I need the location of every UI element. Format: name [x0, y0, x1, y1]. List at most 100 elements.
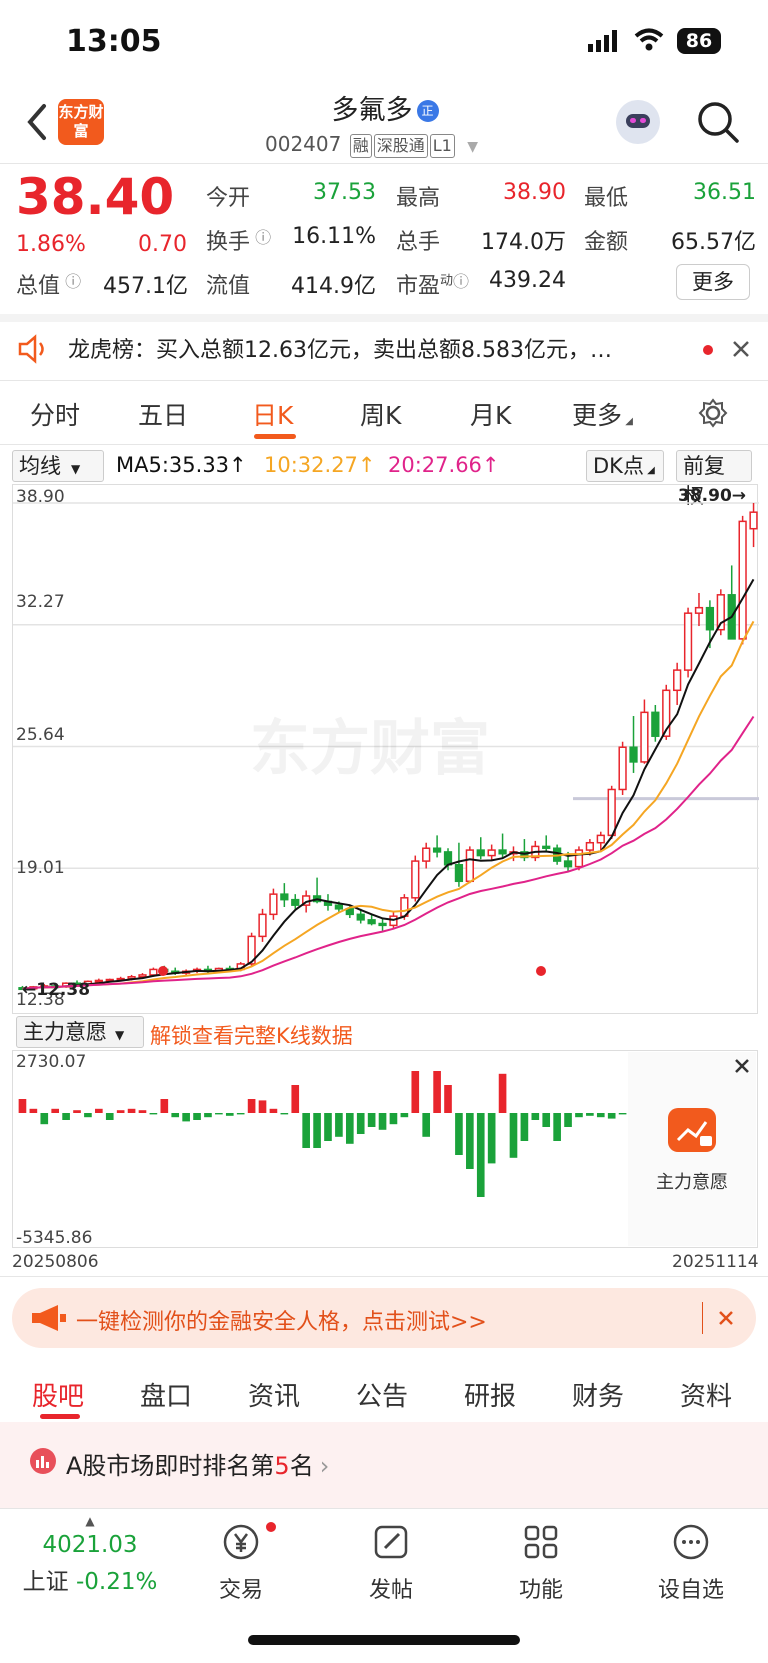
tab-active-indicator	[40, 1414, 80, 1419]
rank-card[interactable]: A股市场即时排名第5名 ›	[0, 1422, 768, 1512]
ma-selector[interactable]: 均线 ▼	[12, 450, 104, 482]
info-icon[interactable]: ⓘ	[453, 272, 469, 291]
flow-bar	[607, 1113, 616, 1119]
last-price: 38.40	[16, 168, 175, 226]
candle	[334, 904, 344, 910]
y-label-4: 19.01	[16, 858, 65, 878]
tab-forum[interactable]: 股吧	[32, 1376, 84, 1413]
flow-bar	[291, 1085, 300, 1113]
candle	[585, 841, 595, 851]
flow-bar	[280, 1113, 289, 1115]
flow-bar	[160, 1099, 169, 1113]
change-value: 0.70	[138, 232, 187, 257]
tab-intraday[interactable]: 分时	[30, 396, 80, 432]
info-icon[interactable]: ⓘ	[250, 228, 271, 247]
more-button[interactable]: 更多	[676, 264, 750, 300]
info-icon[interactable]: ⓘ	[60, 272, 81, 291]
value-float-cap: 414.9亿	[291, 274, 376, 299]
assistant-avatar[interactable]	[616, 100, 660, 144]
nav-trade[interactable]: 交易	[186, 1510, 296, 1604]
event-marker	[158, 966, 168, 976]
flow-bar	[84, 1113, 92, 1118]
battery-icon: 86	[677, 28, 721, 54]
chevron-down-icon: ▼	[115, 1028, 125, 1042]
candle	[258, 913, 267, 938]
y-label-2: 32.27	[16, 592, 65, 612]
rank-chart-icon	[30, 1448, 56, 1474]
stock-name: 多氟多正	[300, 88, 470, 127]
locked-panel[interactable]: 主力意愿	[628, 1052, 756, 1246]
verified-badge: 正	[416, 100, 439, 122]
candle	[705, 606, 715, 631]
flow-bar	[247, 1099, 256, 1113]
adjust-button[interactable]: 前复权	[676, 450, 752, 508]
close-icon[interactable]	[732, 340, 750, 358]
flow-bar	[400, 1113, 409, 1118]
flow-bar	[236, 1113, 245, 1115]
close-icon[interactable]	[718, 1310, 734, 1326]
tab-monthly-k[interactable]: 月K	[470, 396, 511, 432]
value-high: 38.90	[503, 180, 566, 205]
value-market-cap: 457.1亿	[103, 274, 188, 299]
candle	[738, 520, 747, 640]
caret-icon: ◢	[622, 416, 633, 427]
status-bar: 13:05 86	[0, 0, 768, 84]
index-value: 4021.03	[42, 1532, 138, 1558]
ma5-value: MA5:35.33↑	[116, 453, 247, 477]
flow-selector[interactable]: 主力意愿 ▼	[16, 1016, 144, 1048]
flow-bar	[389, 1113, 398, 1125]
nav-functions[interactable]: 功能	[486, 1510, 596, 1604]
ma10-value: 10:32.27↑	[264, 453, 376, 477]
flow-bar	[149, 1113, 158, 1115]
flow-bar	[498, 1073, 507, 1113]
unlock-link[interactable]: 解锁查看完整K线数据	[150, 1020, 353, 1050]
flow-bar	[531, 1113, 540, 1120]
close-icon[interactable]	[734, 1058, 750, 1074]
label-high: 最高	[396, 186, 441, 211]
promo-text: 一键检测你的金融安全人格，点击测试>>	[76, 1310, 487, 1335]
nav-add-watchlist[interactable]: 设自选	[636, 1510, 746, 1604]
flow-bar	[324, 1113, 332, 1141]
flow-bar	[564, 1113, 572, 1127]
tab-finance[interactable]: 财务	[572, 1376, 624, 1413]
candle	[487, 849, 496, 857]
grid-icon	[524, 1525, 558, 1559]
tab-profile[interactable]: 资料	[680, 1376, 732, 1413]
settings-icon[interactable]	[698, 398, 728, 428]
stock-code-row[interactable]: 002407 融深股通 L1 ▼	[265, 132, 478, 158]
tab-announcements[interactable]: 公告	[356, 1376, 408, 1413]
tab-research[interactable]: 研报	[464, 1376, 516, 1413]
tab-news[interactable]: 资讯	[248, 1376, 300, 1413]
index-widget[interactable]: ▲ 4021.03 上证 -0.21%	[0, 1514, 180, 1596]
chevron-down-icon: ▼	[71, 462, 81, 476]
search-icon[interactable]	[696, 100, 740, 144]
flow-bar	[411, 1071, 420, 1113]
flow-bar	[433, 1071, 441, 1113]
flow-bar	[520, 1113, 529, 1141]
y-label-max: 38.90	[16, 487, 65, 507]
nav-post[interactable]: 发帖	[336, 1510, 446, 1604]
flow-bar	[51, 1108, 60, 1113]
flow-bar	[466, 1113, 474, 1169]
candle	[629, 746, 638, 763]
flow-bar	[618, 1113, 627, 1115]
value-low: 36.51	[693, 180, 756, 205]
candle	[138, 974, 147, 978]
watermark: 东方财富	[250, 714, 490, 784]
tab-more[interactable]: 更多 ◢	[572, 396, 633, 432]
flow-bar	[18, 1099, 27, 1113]
tab-five-day[interactable]: 五日	[138, 396, 188, 432]
tab-weekly-k[interactable]: 周K	[360, 396, 401, 432]
flow-bar	[509, 1113, 518, 1158]
back-icon[interactable]	[22, 102, 52, 142]
dk-point-button[interactable]: DK点 ◢	[586, 450, 664, 482]
candle	[683, 612, 693, 671]
flow-y-max: 2730.07	[16, 1052, 87, 1072]
flow-bar	[138, 1110, 147, 1113]
tag-level: L1	[429, 134, 455, 158]
promo-banner[interactable]: 一键检测你的金融安全人格，点击测试>>	[12, 1288, 756, 1348]
tab-daily-k[interactable]: 日K	[252, 396, 293, 432]
candle	[596, 834, 605, 844]
dragon-list-banner[interactable]: 龙虎榜：买入总额12.63亿元，卖出总额8.583亿元，…	[0, 320, 768, 380]
tab-orderbook[interactable]: 盘口	[140, 1376, 192, 1413]
